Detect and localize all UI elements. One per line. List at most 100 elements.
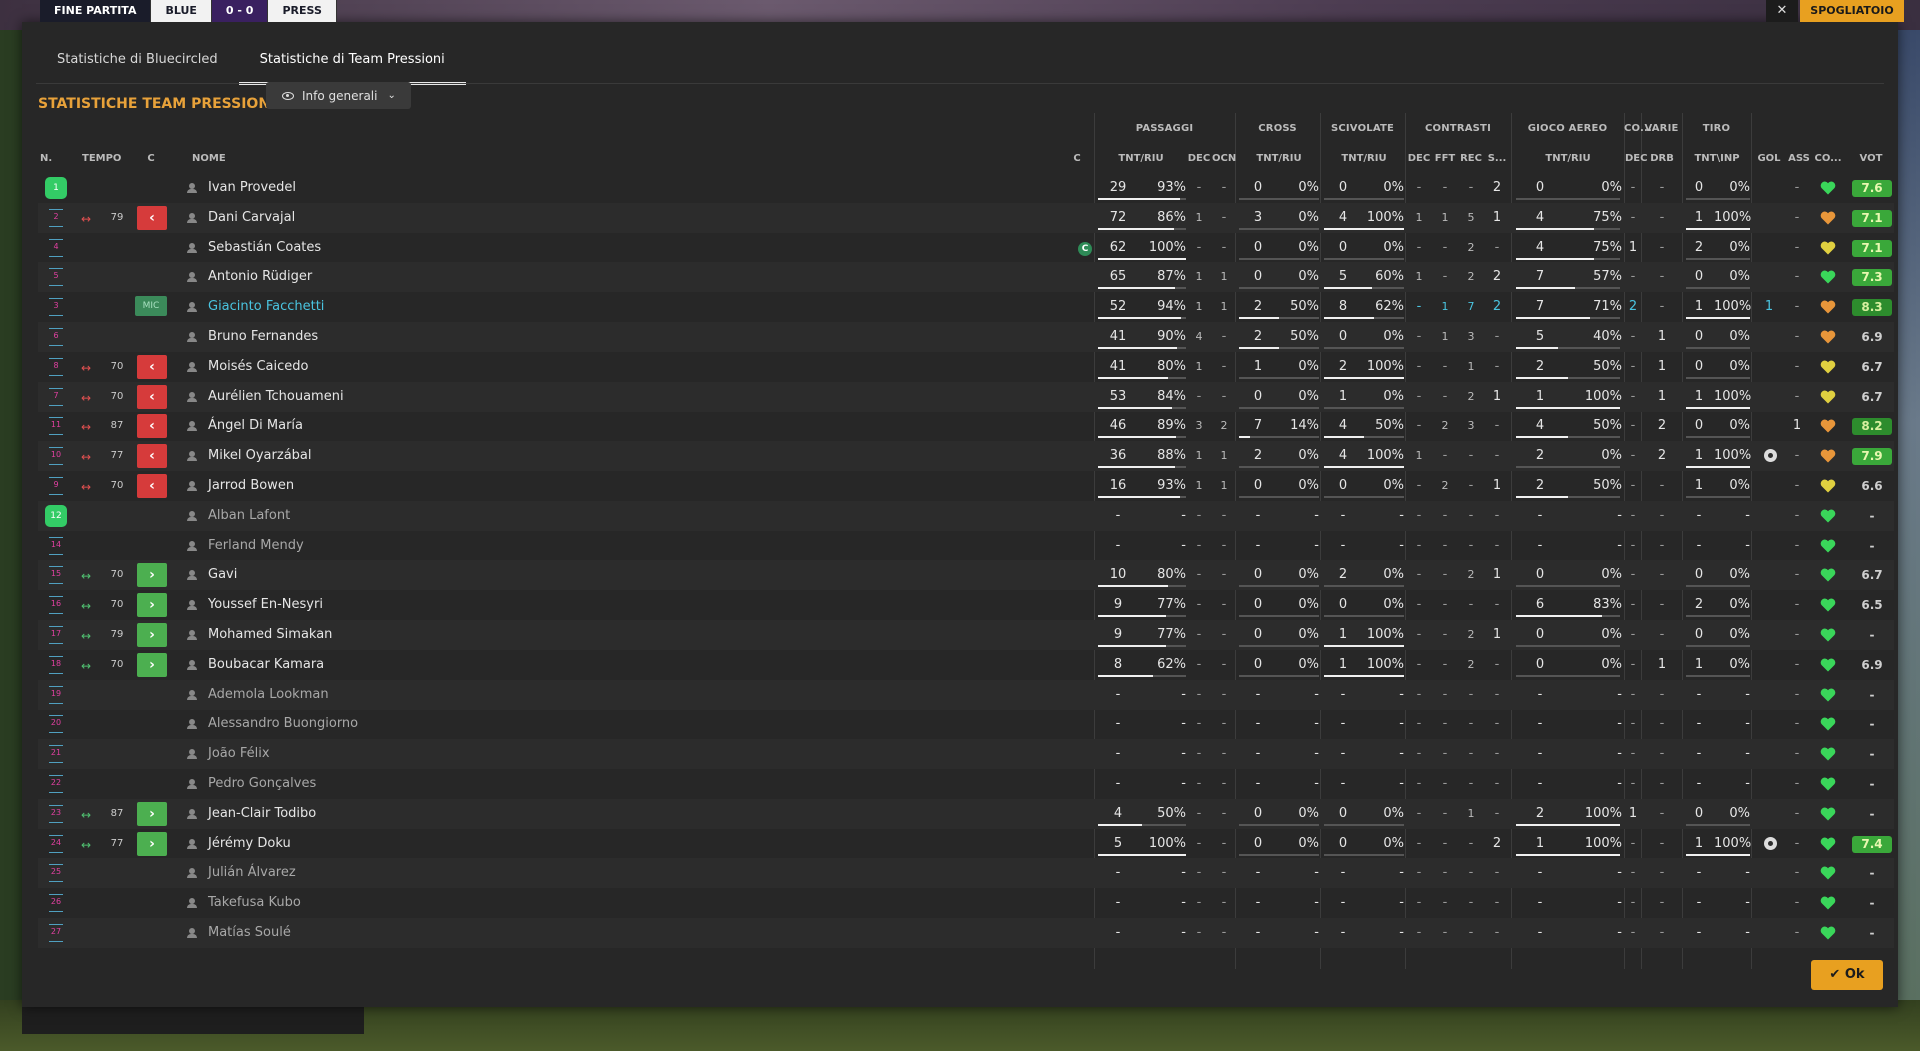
table-row[interactable]: 27 Matías Soulé - - - - - - - - - - - - - - - - - - - -: [38, 918, 1894, 948]
table-row[interactable]: 25 Julián Álvarez - - - - - - - - - - - - - - - - - - - -: [38, 858, 1894, 889]
co-decisive-value: -: [1630, 567, 1636, 583]
ok-button[interactable]: ✔ Ok: [1811, 960, 1883, 990]
column-header-gol[interactable]: GOL: [1754, 153, 1784, 164]
subbed-on-icon[interactable]: ›: [137, 563, 167, 588]
player-name[interactable]: Moisés Caicedo: [208, 352, 308, 382]
player-name[interactable]: Jean-Clair Todibo: [208, 799, 316, 829]
column-header-cross-tnt[interactable]: TNT/RIU: [1237, 153, 1321, 164]
table-row[interactable]: 11 ↔ 87 ‹ Ángel Di María 46 89% 3 2 7 14% 4 50% -2 3-4…: [38, 411, 1894, 441]
player-name[interactable]: Antonio Rüdiger: [208, 262, 312, 292]
table-row[interactable]: 19 Ademola Lookman - - - - - - - - - - - - - - - - - - - -: [38, 679, 1894, 710]
table-row[interactable]: 22 Pedro Gonçalves - - - - - - - - - - - - - - - - - - - -: [38, 769, 1894, 799]
player-name[interactable]: Sebastián Coates: [208, 233, 321, 263]
table-row[interactable]: 7 ↔ 70 ‹ Aurélien Tchouameni 53 84% - -0 0% 1 0% - -2…: [38, 381, 1894, 412]
dressing-room-button[interactable]: SPOGLIATOIO: [1800, 0, 1904, 22]
view-dropdown[interactable]: Info generali ⌄: [266, 82, 411, 109]
player-name[interactable]: Jérémy Doku: [208, 829, 291, 859]
table-row[interactable]: 2 ↔ 79 ‹ Dani Carvajal 72 86% 1-3 0% 4 100% 1 1 5 1 4 75…: [38, 202, 1894, 233]
table-row[interactable]: 17 ↔ 79 › Mohamed Simakan 9 77% - -0 0% 1 100% - -2 1 0…: [38, 620, 1894, 650]
end-match-label[interactable]: FINE PARTITA: [40, 0, 152, 22]
player-name[interactable]: Bruno Fernandes: [208, 322, 318, 352]
player-name[interactable]: Mohamed Simakan: [208, 620, 332, 650]
player-name[interactable]: Gavi: [208, 560, 237, 590]
column-header-pass-tnt[interactable]: TNT/RIU: [1096, 153, 1186, 164]
subbed-off-icon[interactable]: ‹: [137, 414, 167, 439]
table-row[interactable]: 1 Ivan Provedel 29 93% - -0 0% 0 0% - - -2 0 0% - -0 0% -…: [38, 173, 1894, 203]
player-name[interactable]: Ivan Provedel: [208, 173, 296, 203]
column-header-pass-ocn[interactable]: OCN: [1212, 153, 1236, 164]
subbed-on-icon[interactable]: ›: [137, 623, 167, 647]
column-header-pass-dec[interactable]: DEC: [1187, 153, 1211, 164]
player-name[interactable]: Ferland Mendy: [208, 531, 304, 561]
subbed-off-icon[interactable]: ‹: [137, 474, 167, 498]
table-row[interactable]: 10 ↔ 77 ‹ Mikel Oyarzábal 36 88% 1 1 2 0% 4 100% 1- - -…: [38, 441, 1894, 472]
table-row[interactable]: 18 ↔ 70 › Boubacar Kamara 8 62% - -0 0% 1 100% - -2-0…: [38, 650, 1894, 680]
player-name[interactable]: Dani Carvajal: [208, 203, 295, 233]
table-row[interactable]: 23 ↔ 87 › Jean-Clair Todibo 4 50% - -0 0% 0 0% - -1-2…: [38, 798, 1894, 829]
column-header-ass[interactable]: ASS: [1786, 153, 1812, 164]
column-header-tempo[interactable]: TEMPO: [82, 153, 122, 164]
table-row[interactable]: 24 ↔ 77 › Jérémy Doku 5 100% - -0 0% 0 0% - - -2 1 100% -…: [38, 829, 1894, 859]
table-row[interactable]: 4 Sebastián Coates C 62 100% - -0 0% 0 0% - -2-4 75%…: [38, 233, 1894, 263]
subbed-on-icon[interactable]: ›: [137, 652, 167, 677]
player-name[interactable]: Boubacar Kamara: [208, 650, 324, 680]
subbed-off-icon[interactable]: ‹: [137, 384, 167, 409]
subbed-off-icon[interactable]: ‹: [137, 354, 167, 379]
table-row[interactable]: 15 ↔ 70 › Gavi 10 80% - -0 0% 2 0% - -2 1 0 0% - -0 0% -6.7: [38, 560, 1894, 591]
chance-created-value: -: [1221, 746, 1227, 762]
column-header-con-rec[interactable]: REC: [1458, 153, 1484, 164]
kit-stripe: [49, 864, 63, 866]
player-name[interactable]: Pedro Gonçalves: [208, 769, 316, 799]
player-name[interactable]: Julián Álvarez: [208, 858, 296, 888]
condition-heart-icon: [1820, 360, 1836, 374]
player-name[interactable]: Giacinto Facchetti: [208, 292, 324, 322]
column-header-sciv-tnt[interactable]: TNT/RIU: [1322, 153, 1406, 164]
player-name[interactable]: Takefusa Kubo: [208, 888, 301, 918]
column-header-tiro[interactable]: TNT\INP: [1683, 153, 1751, 164]
tab-bluecircled-stats[interactable]: Statistiche di Bluecircled: [36, 42, 239, 82]
player-name[interactable]: Alban Lafont: [208, 501, 290, 531]
subbed-off-icon[interactable]: ‹: [137, 205, 167, 230]
minute-label: 70: [110, 599, 124, 611]
table-row[interactable]: 14 Ferland Mendy - - - - - - - - - - - - - - - - - - - -: [38, 531, 1894, 561]
column-header-c2[interactable]: C: [1070, 153, 1084, 164]
column-header-c[interactable]: C: [144, 153, 158, 164]
dribbles-value: -: [1659, 299, 1665, 315]
column-header-nome[interactable]: NOME: [192, 153, 252, 164]
table-row[interactable]: 12 Alban Lafont - - - - - - - - - - - - - - - - - - - -: [38, 500, 1894, 531]
subbed-off-icon[interactable]: ‹: [137, 444, 167, 469]
table-row[interactable]: 16 ↔ 70 › Youssef En-Nesyri 9 77% - -0 0% 0 0% - - - -6…: [38, 590, 1894, 620]
tab-team-pressioni-stats[interactable]: Statistiche di Team Pressioni: [238, 42, 466, 85]
table-row[interactable]: 26 Takefusa Kubo - - - - - - - - - - - - - - - - - - - -: [38, 888, 1894, 918]
column-header-con-fft[interactable]: FFT: [1432, 153, 1458, 164]
player-name[interactable]: Mikel Oyarzábal: [208, 441, 312, 471]
close-icon[interactable]: ✕: [1766, 0, 1798, 22]
player-name[interactable]: Ademola Lookman: [208, 680, 329, 710]
subbed-on-icon[interactable]: ›: [137, 801, 167, 826]
column-header-con-dec[interactable]: DEC: [1406, 153, 1432, 164]
column-header-co-dec[interactable]: DEC: [1625, 153, 1647, 164]
player-name[interactable]: Jarrod Bowen: [208, 471, 294, 501]
player-name[interactable]: João Félix: [208, 739, 270, 769]
column-header-con-s[interactable]: S...: [1484, 153, 1510, 164]
table-row[interactable]: 5 Antonio Rüdiger 65 87% 1 1 0 0% 5 60% 1-2 2 7 57% - -…: [38, 262, 1894, 293]
player-name[interactable]: Aurélien Tchouameni: [208, 382, 344, 412]
player-name[interactable]: Matías Soulé: [208, 918, 291, 948]
column-header-n[interactable]: N.: [40, 153, 60, 164]
column-header-vot[interactable]: VOT: [1850, 153, 1892, 164]
percent-value: -: [1181, 746, 1186, 762]
player-name[interactable]: Youssef En-Nesyri: [208, 590, 323, 620]
subbed-on-icon[interactable]: ›: [137, 831, 167, 856]
table-row[interactable]: 20 Alessandro Buongiorno - - - - - - - - - - - - - - - - -…: [38, 709, 1894, 739]
column-header-aer-tnt[interactable]: TNT/RIU: [1512, 153, 1624, 164]
table-row[interactable]: 8 ↔ 70 ‹ Moisés Caicedo 41 80% 1-1 0% 2 100% - -1-2 5…: [38, 352, 1894, 382]
subbed-on-icon[interactable]: ›: [137, 593, 167, 618]
column-header-var-drb[interactable]: DRB: [1642, 153, 1682, 164]
column-header-co2[interactable]: CO...: [1812, 153, 1844, 164]
player-name[interactable]: Alessandro Buongiorno: [208, 709, 358, 739]
table-row[interactable]: 9 ↔ 70 ‹ Jarrod Bowen 16 93% 1 1 0 0% 0 0% -2-1 2 50% - -…: [38, 471, 1894, 501]
table-row[interactable]: 3 MIC Giacinto Facchetti 52 94% 1 1 2 50% 8 62% -1 7…: [38, 292, 1894, 322]
table-row[interactable]: 21 João Félix - - - - - - - - - - - - - - - - - - - -: [38, 739, 1894, 770]
table-row[interactable]: 6 Bruno Fernandes 41 90% 4-2 50% 0 0% -1 3-5 40% -1…: [38, 322, 1894, 352]
player-name[interactable]: Ángel Di María: [208, 411, 303, 441]
